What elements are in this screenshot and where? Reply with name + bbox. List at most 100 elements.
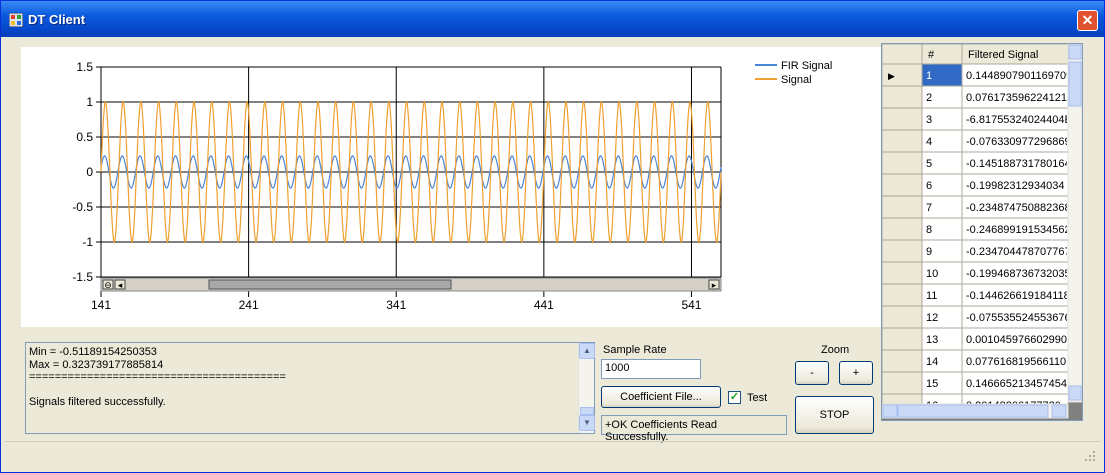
row-value: 0.077616819566110	[966, 356, 1066, 368]
column-header-filtered-signal[interactable]: Filtered Signal	[968, 49, 1038, 61]
column-header-index[interactable]: #	[928, 49, 935, 61]
x-tick-label: 541	[681, 298, 701, 312]
signal-chart: 1.5 1 0.5 0 -0.5 -1 -1.5 141 241 341 441 541 ⊖ ◂ ▸ FIR …	[21, 47, 881, 327]
main-window: DT Client ✕ 1.5 1 0.5 0 -0.5 -1 -1.5 141 241 341 4…	[0, 0, 1105, 473]
row-header[interactable]	[881, 217, 923, 241]
row-index: 10	[926, 268, 938, 280]
y-tick-label: 1	[86, 95, 93, 109]
scroll-down-icon[interactable]: ▼	[579, 415, 595, 431]
grid-scroll-down-icon[interactable]	[1068, 385, 1082, 401]
row-index: 7	[926, 202, 932, 214]
row-header[interactable]	[881, 283, 923, 307]
log-line: Signals filtered successfully.	[29, 396, 166, 408]
row-header[interactable]	[881, 305, 923, 329]
test-checkbox-label: Test	[747, 392, 768, 404]
y-tick-label: -1	[82, 235, 93, 249]
stop-button[interactable]: STOP	[795, 396, 874, 434]
row-index: 3	[926, 114, 932, 126]
row-header[interactable]	[881, 85, 923, 109]
row-index: 9	[926, 246, 932, 258]
chart-scroll-thumb[interactable]	[208, 279, 452, 290]
x-tick-label: 341	[386, 298, 406, 312]
row-value: -0.145188731780164	[966, 158, 1071, 170]
app-icon	[9, 13, 23, 27]
row-index: 6	[926, 180, 932, 192]
test-checkbox[interactable]: ✓	[728, 391, 741, 404]
zoom-in-button[interactable]: +	[839, 361, 873, 385]
log-scrollbar[interactable]: ▲ ▼	[578, 343, 595, 433]
row-header[interactable]	[881, 239, 923, 263]
log-line: Max = 0.323739177885814	[29, 358, 164, 371]
row-header[interactable]	[881, 107, 923, 131]
row-header[interactable]	[881, 349, 923, 373]
log-line: ========================================	[29, 371, 286, 383]
close-icon: ✕	[1081, 12, 1094, 28]
filtered-signal-grid[interactable]: # Filtered Signal ▶ 1 0.1448907901169709 2 0.0…	[881, 43, 1083, 421]
row-value: -0.075535524553676	[966, 312, 1071, 324]
row-index: 14	[926, 356, 938, 368]
row-value: -0.246899191534562	[966, 224, 1071, 236]
x-tick-label: 141	[91, 298, 111, 312]
y-tick-label: 0	[86, 165, 93, 179]
row-header[interactable]	[881, 129, 923, 153]
x-tick-label: 241	[239, 298, 259, 312]
row-index: 1	[926, 70, 932, 82]
checkmark-icon: ✓	[729, 391, 740, 403]
grid-scroll-right-icon[interactable]	[1051, 404, 1067, 418]
row-header[interactable]	[881, 151, 923, 175]
output-log-text[interactable]: Min = -0.51189154250353 Max = 0.323739177…	[29, 346, 577, 430]
sample-rate-label: Sample Rate	[603, 344, 667, 356]
resize-grip-icon[interactable]	[1084, 450, 1096, 462]
close-button[interactable]: ✕	[1077, 10, 1098, 31]
grid-vscroll-thumb[interactable]	[1068, 61, 1082, 107]
zoom-out-button[interactable]: -	[795, 361, 829, 385]
legend-entry: Signal	[781, 74, 812, 86]
row-value: -0.144626619184118	[966, 290, 1070, 302]
grid-scroll-up-icon[interactable]	[1068, 44, 1082, 60]
x-tick-label: 441	[534, 298, 554, 312]
row-value: -0.0763309772968693	[966, 136, 1077, 148]
grid-table: # Filtered Signal ▶ 1 0.1448907901169709 2 0.0…	[881, 43, 1083, 419]
scroll-left-glyph: ◂	[118, 281, 123, 291]
status-message: +OK Coefficients Read Successfully.	[601, 415, 787, 443]
row-header[interactable]	[881, 371, 923, 395]
chart-plot: 1.5 1 0.5 0 -0.5 -1 -1.5 141 241 341 441 541 ⊖ ◂ ▸ FIR …	[72, 60, 832, 312]
output-log-panel: Min = -0.51189154250353 Max = 0.323739177…	[25, 342, 595, 434]
row-header[interactable]	[881, 195, 923, 219]
grid-hscroll-thumb[interactable]	[897, 404, 1049, 418]
scroll-up-icon[interactable]: ▲	[579, 343, 595, 359]
row-index: 15	[926, 378, 938, 390]
row-index: 4	[926, 136, 932, 148]
log-scroll-thumb[interactable]	[580, 407, 594, 415]
row-value: 0.0761735962241217	[966, 92, 1073, 104]
row-value: -0.19982312934034	[966, 180, 1064, 192]
y-tick-label: -1.5	[72, 270, 93, 284]
row-index: 5	[926, 158, 932, 170]
row-value: -0.234874750882368	[966, 202, 1071, 214]
title-bar[interactable]: DT Client ✕	[1, 1, 1104, 37]
y-tick-label: 1.5	[76, 60, 93, 74]
coefficient-file-button[interactable]: Coefficient File...	[601, 386, 721, 408]
row-header[interactable]	[881, 173, 923, 197]
y-tick-label: 0.5	[76, 130, 93, 144]
status-strip	[5, 441, 1100, 465]
row-value: 0.1448907901169709	[966, 70, 1072, 82]
y-tick-label: -0.5	[72, 200, 93, 214]
sample-rate-input[interactable]: 1000	[601, 359, 701, 379]
window-title: DT Client	[28, 12, 86, 27]
row-header[interactable]	[881, 327, 923, 351]
zoom-reset-glyph: ⊖	[104, 281, 112, 291]
grid-scroll-left-icon[interactable]	[882, 404, 898, 418]
scroll-right-glyph: ▸	[712, 281, 717, 291]
row-value: -0.199468736732035	[966, 268, 1071, 280]
row-index: 13	[926, 334, 938, 346]
row-index: 11	[926, 290, 937, 302]
row-index: 8	[926, 224, 932, 236]
row-header[interactable]	[881, 261, 923, 285]
row-value: -0.234704478707767	[966, 246, 1071, 258]
row-index: 12	[926, 312, 938, 324]
row-value: 0.146665213457454	[966, 378, 1067, 390]
client-area: 1.5 1 0.5 0 -0.5 -1 -1.5 141 241 341 441 541 ⊖ ◂ ▸ FIR …	[5, 37, 1100, 467]
legend-entry: FIR Signal	[781, 60, 832, 72]
row-index: 2	[926, 92, 932, 104]
